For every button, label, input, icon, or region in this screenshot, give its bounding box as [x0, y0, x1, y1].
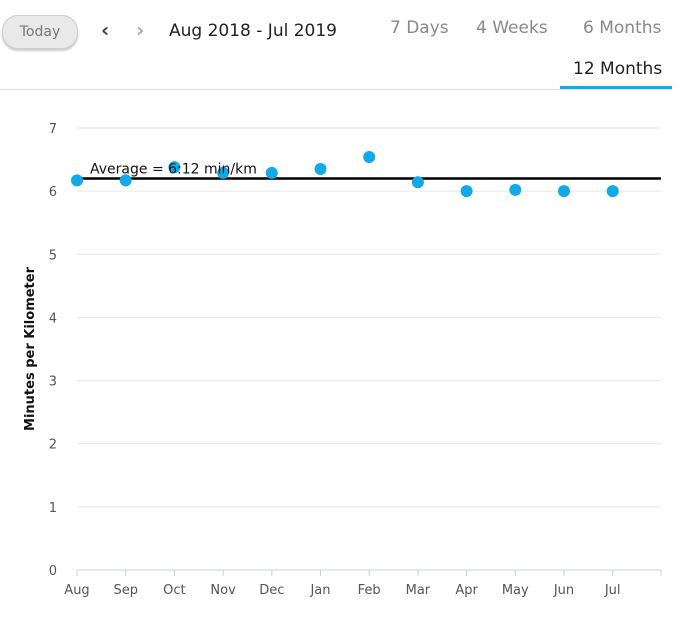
data-point: [314, 163, 327, 176]
x-tick-label: Mar: [406, 583, 431, 598]
data-point: [411, 176, 424, 189]
pace-chart: 0 1 2 3 4 5 6 7 Aug Sep Oct Nov Dec Jan Feb Mar Apr May Ju…: [23, 122, 662, 598]
average-label: Average = 6:12 min/km: [90, 162, 257, 178]
x-tick-label: Jul: [604, 583, 621, 598]
y-tick-label: 4: [49, 311, 57, 326]
y-tick-label: 5: [49, 248, 57, 263]
x-tick-label: Feb: [358, 583, 381, 598]
y-tick-label: 7: [49, 122, 57, 137]
y-tick-label: 0: [49, 564, 57, 579]
x-tick-label: Oct: [163, 583, 185, 598]
data-point: [460, 185, 473, 198]
y-axis-label: Minutes per Kilometer: [23, 266, 38, 431]
x-tick-label: Jun: [553, 583, 574, 598]
x-tick-label: Dec: [259, 583, 284, 598]
data-point: [265, 166, 278, 179]
y-tick-label: 2: [49, 438, 57, 453]
data-point: [71, 174, 83, 187]
x-tick-label: Jan: [309, 583, 330, 598]
x-tick-label: May: [502, 583, 529, 598]
data-point: [558, 185, 570, 198]
y-tick-label: 3: [49, 375, 57, 390]
x-tick-label: Sep: [113, 583, 138, 598]
y-tick-label: 6: [49, 185, 57, 200]
x-tick-label: Aug: [64, 583, 89, 598]
data-point: [363, 151, 376, 164]
y-tick-label: 1: [49, 501, 57, 516]
data-point: [606, 185, 619, 198]
x-tick-label: Apr: [455, 583, 478, 598]
data-point: [509, 183, 522, 196]
x-tick-label: Nov: [210, 583, 236, 598]
